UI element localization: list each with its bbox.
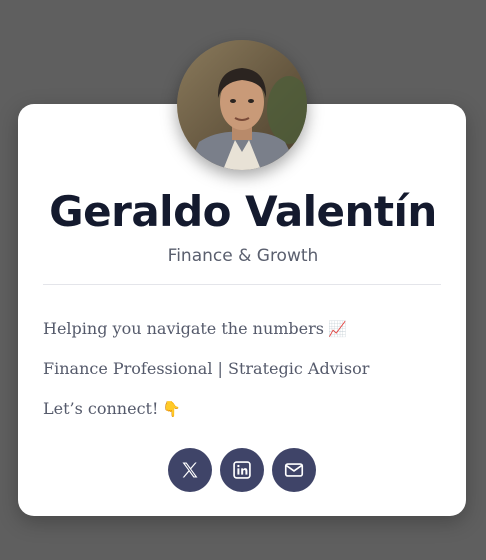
pointing-down-icon: 👇 [162, 400, 182, 418]
email-button[interactable] [272, 448, 316, 492]
social-links [168, 448, 316, 492]
profile-subtitle: Finance & Growth [167, 246, 319, 266]
x-twitter-icon [182, 462, 198, 478]
x-twitter-button[interactable] [168, 448, 212, 492]
profile-name: Geraldo Valentín [49, 187, 437, 236]
mail-icon [284, 463, 304, 477]
linkedin-button[interactable] [220, 448, 264, 492]
bio-line-text: Helping you navigate the numbers [43, 319, 324, 338]
chart-increasing-icon: 📈 [328, 320, 347, 338]
avatar [177, 40, 307, 170]
divider [43, 284, 441, 285]
linkedin-icon [233, 461, 251, 479]
bio-line-text: Let’s connect! [43, 399, 159, 418]
bio-line-text: Finance Professional | Strategic Advisor [43, 359, 370, 378]
bio-line: Finance Professional | Strategic Advisor [43, 358, 443, 380]
bio-line: Let’s connect! 👇 [43, 398, 443, 420]
bio-line: Helping you navigate the numbers 📈 [43, 318, 443, 340]
